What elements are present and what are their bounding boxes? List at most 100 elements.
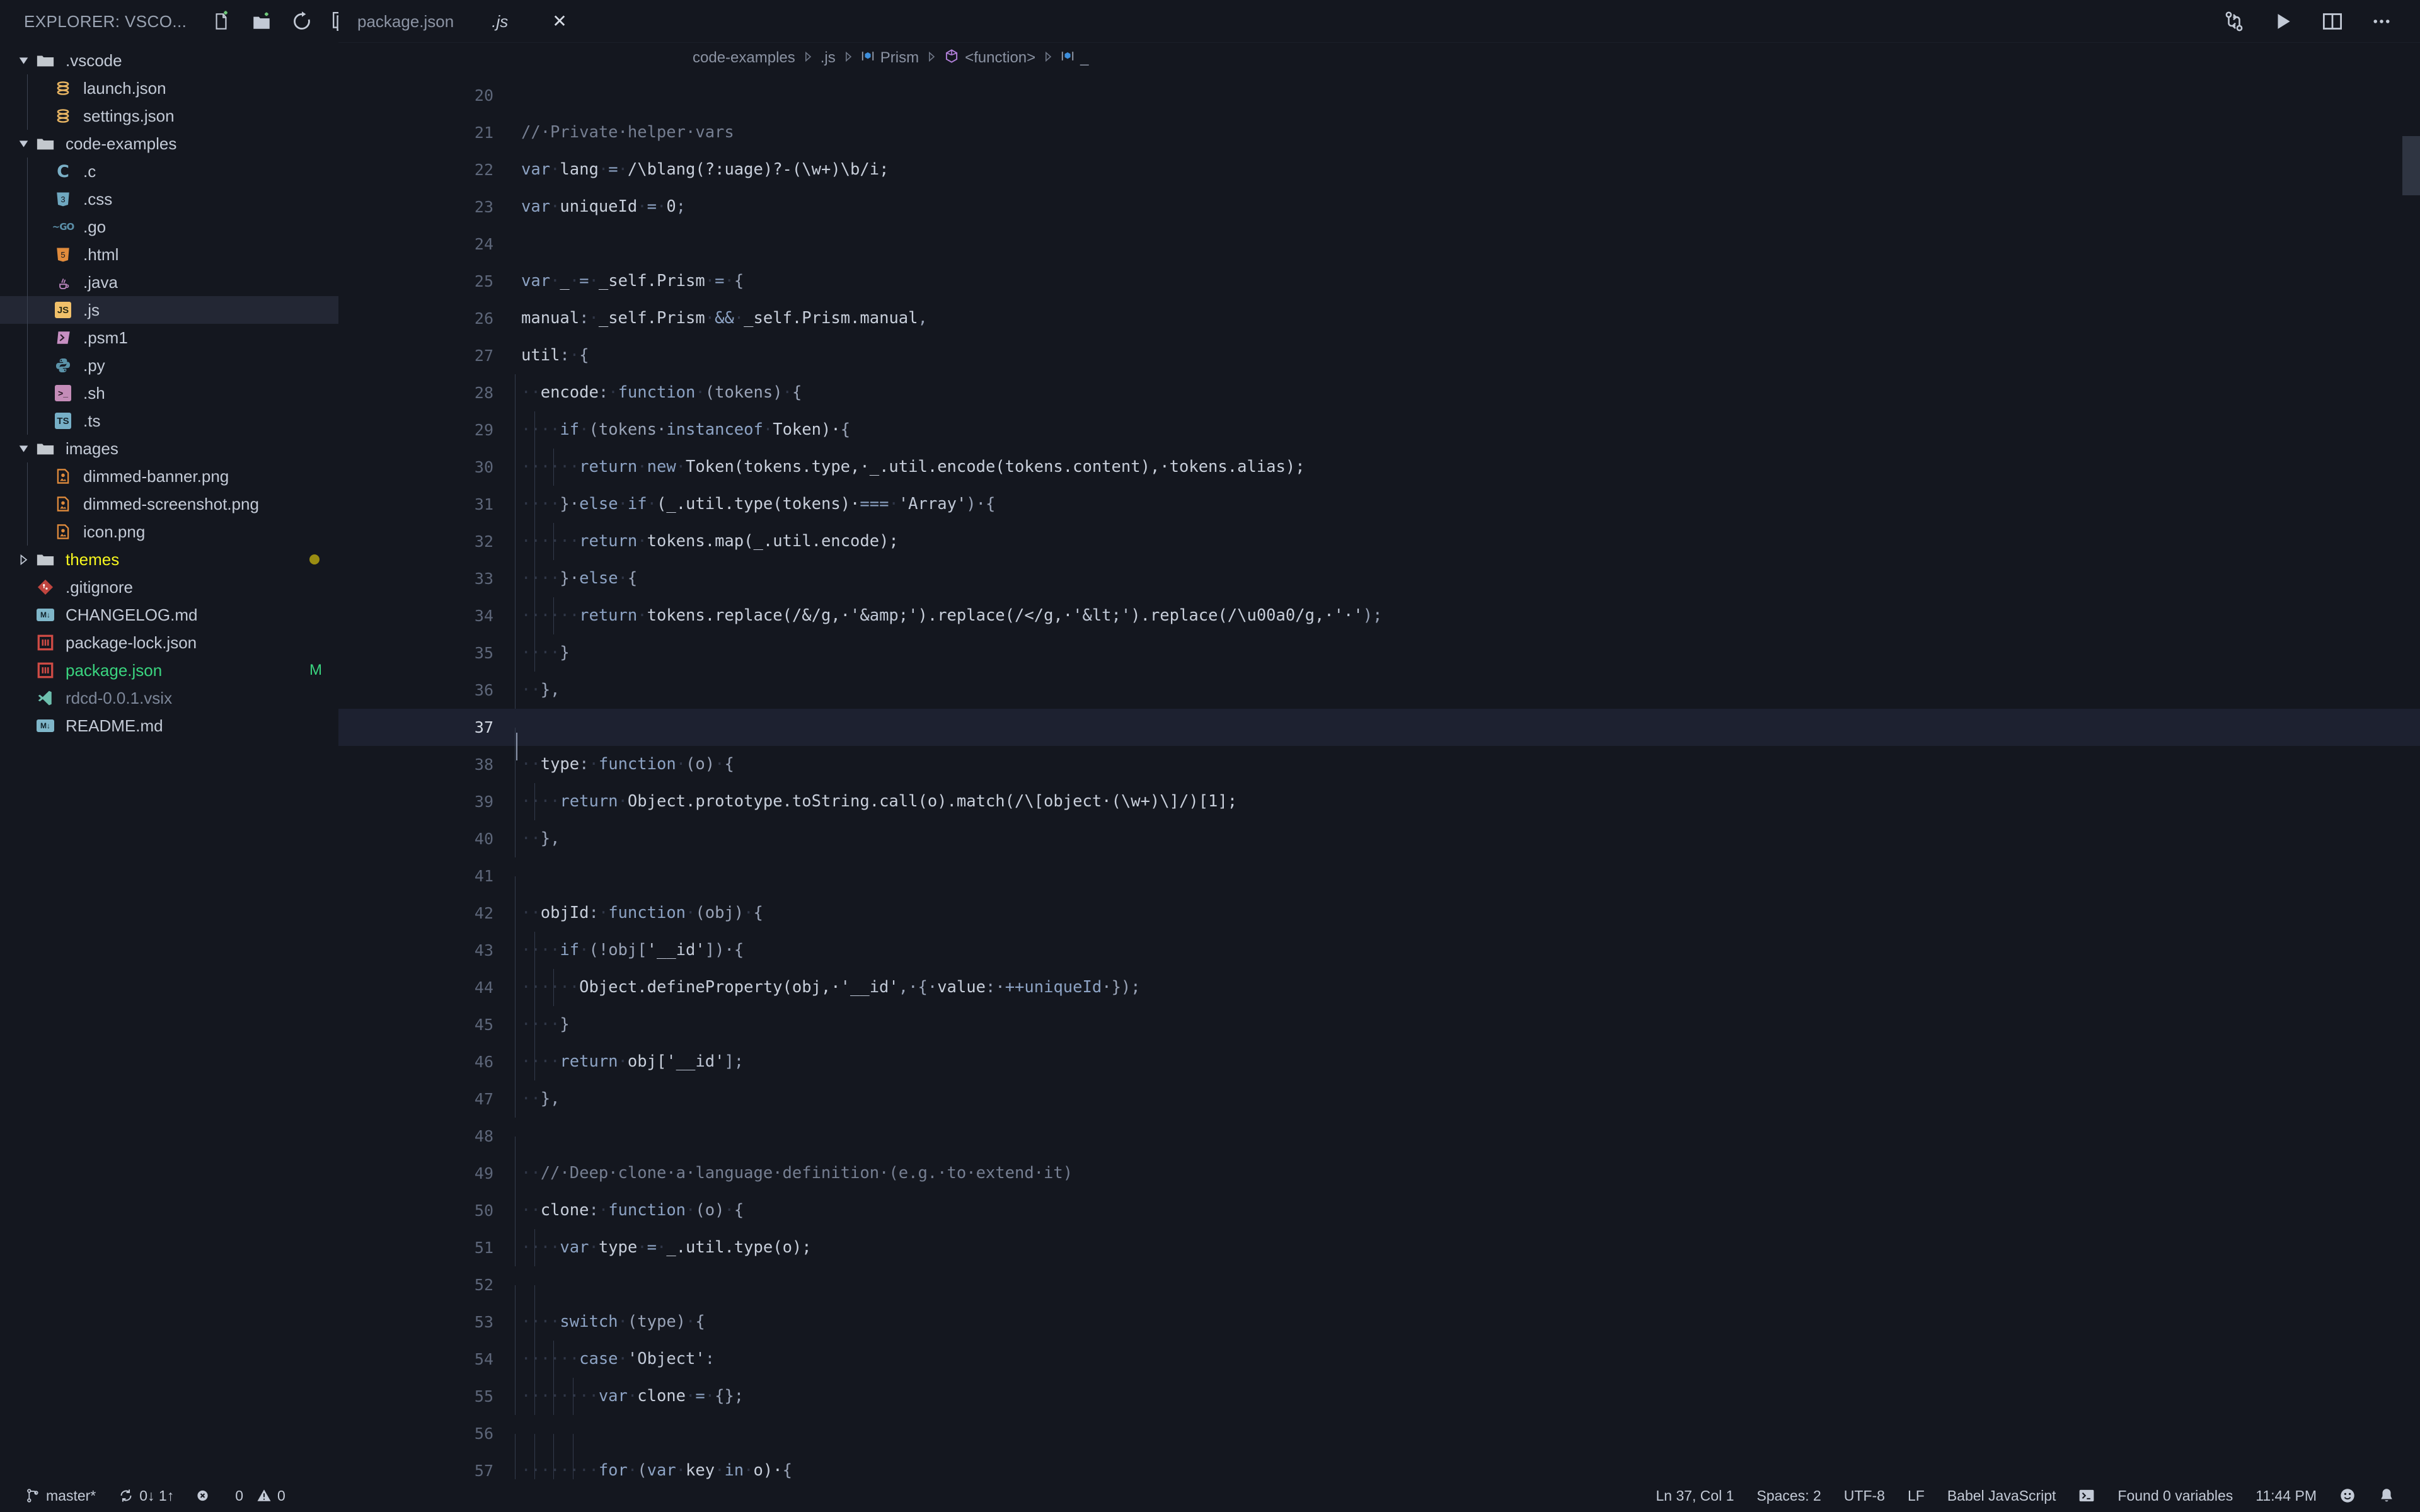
tree-folder-row[interactable]: themes: [0, 546, 338, 573]
encoding[interactable]: UTF-8: [1833, 1479, 1896, 1512]
language-mode[interactable]: Babel JavaScript: [1936, 1479, 2068, 1512]
more-actions-icon[interactable]: [2371, 11, 2392, 32]
code-line[interactable]: 23 var·uniqueId·=·0;: [338, 188, 2420, 226]
code-line[interactable]: 31 ····}·else·if·(_.util.type(tokens)·===…: [338, 486, 2420, 523]
branch-status[interactable]: master*: [14, 1479, 107, 1512]
code-line[interactable]: 24: [338, 226, 2420, 263]
tree-file-row[interactable]: icon.png: [0, 518, 338, 546]
breadcrumb-item[interactable]: <function>: [944, 49, 1035, 68]
chevron-right-icon[interactable]: [14, 554, 33, 565]
chevron-down-icon[interactable]: [14, 444, 33, 454]
breadcrumb-item[interactable]: _: [1061, 49, 1089, 67]
code-line[interactable]: 46 ····return·obj['__id'];: [338, 1043, 2420, 1080]
code-line[interactable]: 56: [338, 1415, 2420, 1471]
tree-file-row[interactable]: M↓ README.md: [0, 712, 338, 740]
clock[interactable]: 11:44 PM: [2244, 1479, 2328, 1512]
feedback-smiley[interactable]: [2328, 1479, 2367, 1512]
notifications[interactable]: [2367, 1479, 2406, 1512]
code-line[interactable]: 33 ····}·else·{: [338, 560, 2420, 597]
eol[interactable]: LF: [1896, 1479, 1936, 1512]
breadcrumb[interactable]: code-examples .js Prism <function> _: [338, 43, 2420, 73]
tree-file-row[interactable]: dimmed-screenshot.png: [0, 490, 338, 518]
code-line[interactable]: 51 ····var·type·=·_.util.type(o);: [338, 1229, 2420, 1266]
code-line[interactable]: 50 ··clone:·function·(o)·{: [338, 1192, 2420, 1229]
tree-file-row[interactable]: TS .ts: [0, 407, 338, 435]
tree-file-row[interactable]: 5 .html: [0, 241, 338, 268]
editor-vertical-scrollbar[interactable]: [2402, 73, 2420, 1479]
sync-status[interactable]: 0↓ 1↑: [107, 1479, 185, 1512]
tree-folder-row[interactable]: images: [0, 435, 338, 462]
tree-file-row[interactable]: rdcd-0.0.1.vsix: [0, 684, 338, 712]
tree-file-row[interactable]: 3 .css: [0, 185, 338, 213]
code-line[interactable]: 22 var·lang·=·/\blang(?:uage)?-(\w+)\b/i;: [338, 151, 2420, 188]
code-line[interactable]: 42 ··objId:·function·(obj)·{: [338, 895, 2420, 932]
code-line[interactable]: 40 ··},: [338, 820, 2420, 857]
tree-file-row[interactable]: C .c: [0, 158, 338, 185]
code-line[interactable]: 44 ······Object.defineProperty(obj,·'__id…: [338, 969, 2420, 1006]
chevron-down-icon[interactable]: [14, 55, 33, 66]
code-line[interactable]: 52: [338, 1266, 2420, 1322]
code-line[interactable]: 53 ····switch·(type)·{: [338, 1303, 2420, 1341]
terminal-status[interactable]: [2067, 1479, 2106, 1512]
cursor-position[interactable]: Ln 37, Col 1: [1644, 1479, 1745, 1512]
run-play-icon[interactable]: [2273, 11, 2294, 32]
tree-file-row[interactable]: launch.json: [0, 74, 338, 102]
tree-file-row[interactable]: .psm1: [0, 324, 338, 352]
code-line[interactable]: 41: [338, 857, 2420, 914]
breadcrumb-item[interactable]: Prism: [861, 49, 919, 67]
git-compare-icon[interactable]: [2223, 11, 2245, 32]
code-line[interactable]: 39 ····return·Object.prototype.toString.c…: [338, 783, 2420, 820]
code-line[interactable]: 37: [338, 709, 2420, 765]
tree-file-row[interactable]: .py: [0, 352, 338, 379]
tree-file-row[interactable]: JS .js: [0, 296, 338, 324]
code-line[interactable]: 54 ······case·'Object':: [338, 1341, 2420, 1378]
variables-status[interactable]: Found 0 variables: [2106, 1479, 2244, 1512]
tree-file-row[interactable]: M↓ CHANGELOG.md: [0, 601, 338, 629]
tree-file-row[interactable]: settings.json: [0, 102, 338, 130]
chevron-down-icon[interactable]: [14, 139, 33, 149]
tree-file-row[interactable]: package.json M: [0, 656, 338, 684]
close-icon[interactable]: ✕: [552, 13, 567, 30]
code-lines[interactable]: 20 21//·Private·helper·vars 22 var·lang·=·/…: [338, 73, 2420, 1479]
tree-folder-row[interactable]: code-examples: [0, 130, 338, 158]
code-line[interactable]: 34 ······return·tokens.replace(/&/g,·'&am…: [338, 597, 2420, 634]
editor-tab[interactable]: package.json: [338, 0, 473, 43]
code-line[interactable]: 28 ··encode:·function·(tokens)·{: [338, 374, 2420, 411]
code-line[interactable]: 55 ········var·clone·=·{};: [338, 1378, 2420, 1415]
editor-tab[interactable]: .js ✕: [473, 0, 586, 43]
code-line[interactable]: 47 ··},: [338, 1080, 2420, 1118]
code-line[interactable]: 57 ········for·(var·key·in·o)·{: [338, 1452, 2420, 1479]
new-file-icon[interactable]: [210, 11, 232, 32]
tree-file-row[interactable]: .gitignore: [0, 573, 338, 601]
tree-file-row[interactable]: .java: [0, 268, 338, 296]
problems-status[interactable]: 00: [185, 1479, 297, 1512]
scrollbar-thumb[interactable]: [2402, 136, 2420, 196]
code-line[interactable]: 49 ··//·Deep·clone·a·language·definition·…: [338, 1155, 2420, 1192]
code-line[interactable]: 36 ··},: [338, 672, 2420, 709]
tree-file-row[interactable]: >_ .sh: [0, 379, 338, 407]
split-editor-icon[interactable]: [2322, 11, 2343, 32]
code-line[interactable]: 27 util:·{: [338, 337, 2420, 374]
code-line[interactable]: 38 ··type:·function·(o)·{: [338, 746, 2420, 783]
breadcrumb-item[interactable]: .js: [821, 49, 836, 67]
refresh-icon[interactable]: [291, 11, 313, 32]
code-line[interactable]: 20: [338, 77, 2420, 114]
code-line[interactable]: 26 manual:·_self.Prism·&&·_self.Prism.man…: [338, 300, 2420, 337]
tree-file-row[interactable]: package-lock.json: [0, 629, 338, 656]
code-line[interactable]: 25 var·_·=·_self.Prism·=·{: [338, 263, 2420, 300]
code-line[interactable]: 43 ····if·(!obj['__id'])·{: [338, 932, 2420, 969]
code-line[interactable]: 30 ······return·new·Token(tokens.type,·_.…: [338, 449, 2420, 486]
file-tree[interactable]: .vscode launch.json settings.json code-exam…: [0, 43, 338, 1479]
code-line[interactable]: 32 ······return·tokens.map(_.util.encode)…: [338, 523, 2420, 560]
code-line[interactable]: 45 ····}: [338, 1006, 2420, 1043]
tree-folder-row[interactable]: .vscode: [0, 47, 338, 74]
tree-file-row[interactable]: dimmed-banner.png: [0, 462, 338, 490]
indentation[interactable]: Spaces: 2: [1746, 1479, 1833, 1512]
code-line[interactable]: 35 ····}: [338, 634, 2420, 672]
tree-file-row[interactable]: ~GO .go: [0, 213, 338, 241]
code-line[interactable]: 29 ····if·(tokens·instanceof·Token)·{: [338, 411, 2420, 449]
code-line[interactable]: 48: [338, 1118, 2420, 1174]
code-line[interactable]: 21 //·Private·helper·vars: [338, 114, 2420, 151]
new-folder-icon[interactable]: [251, 11, 272, 32]
code-editor[interactable]: 20 21//·Private·helper·vars 22 var·lang·=·/…: [338, 73, 2420, 1479]
